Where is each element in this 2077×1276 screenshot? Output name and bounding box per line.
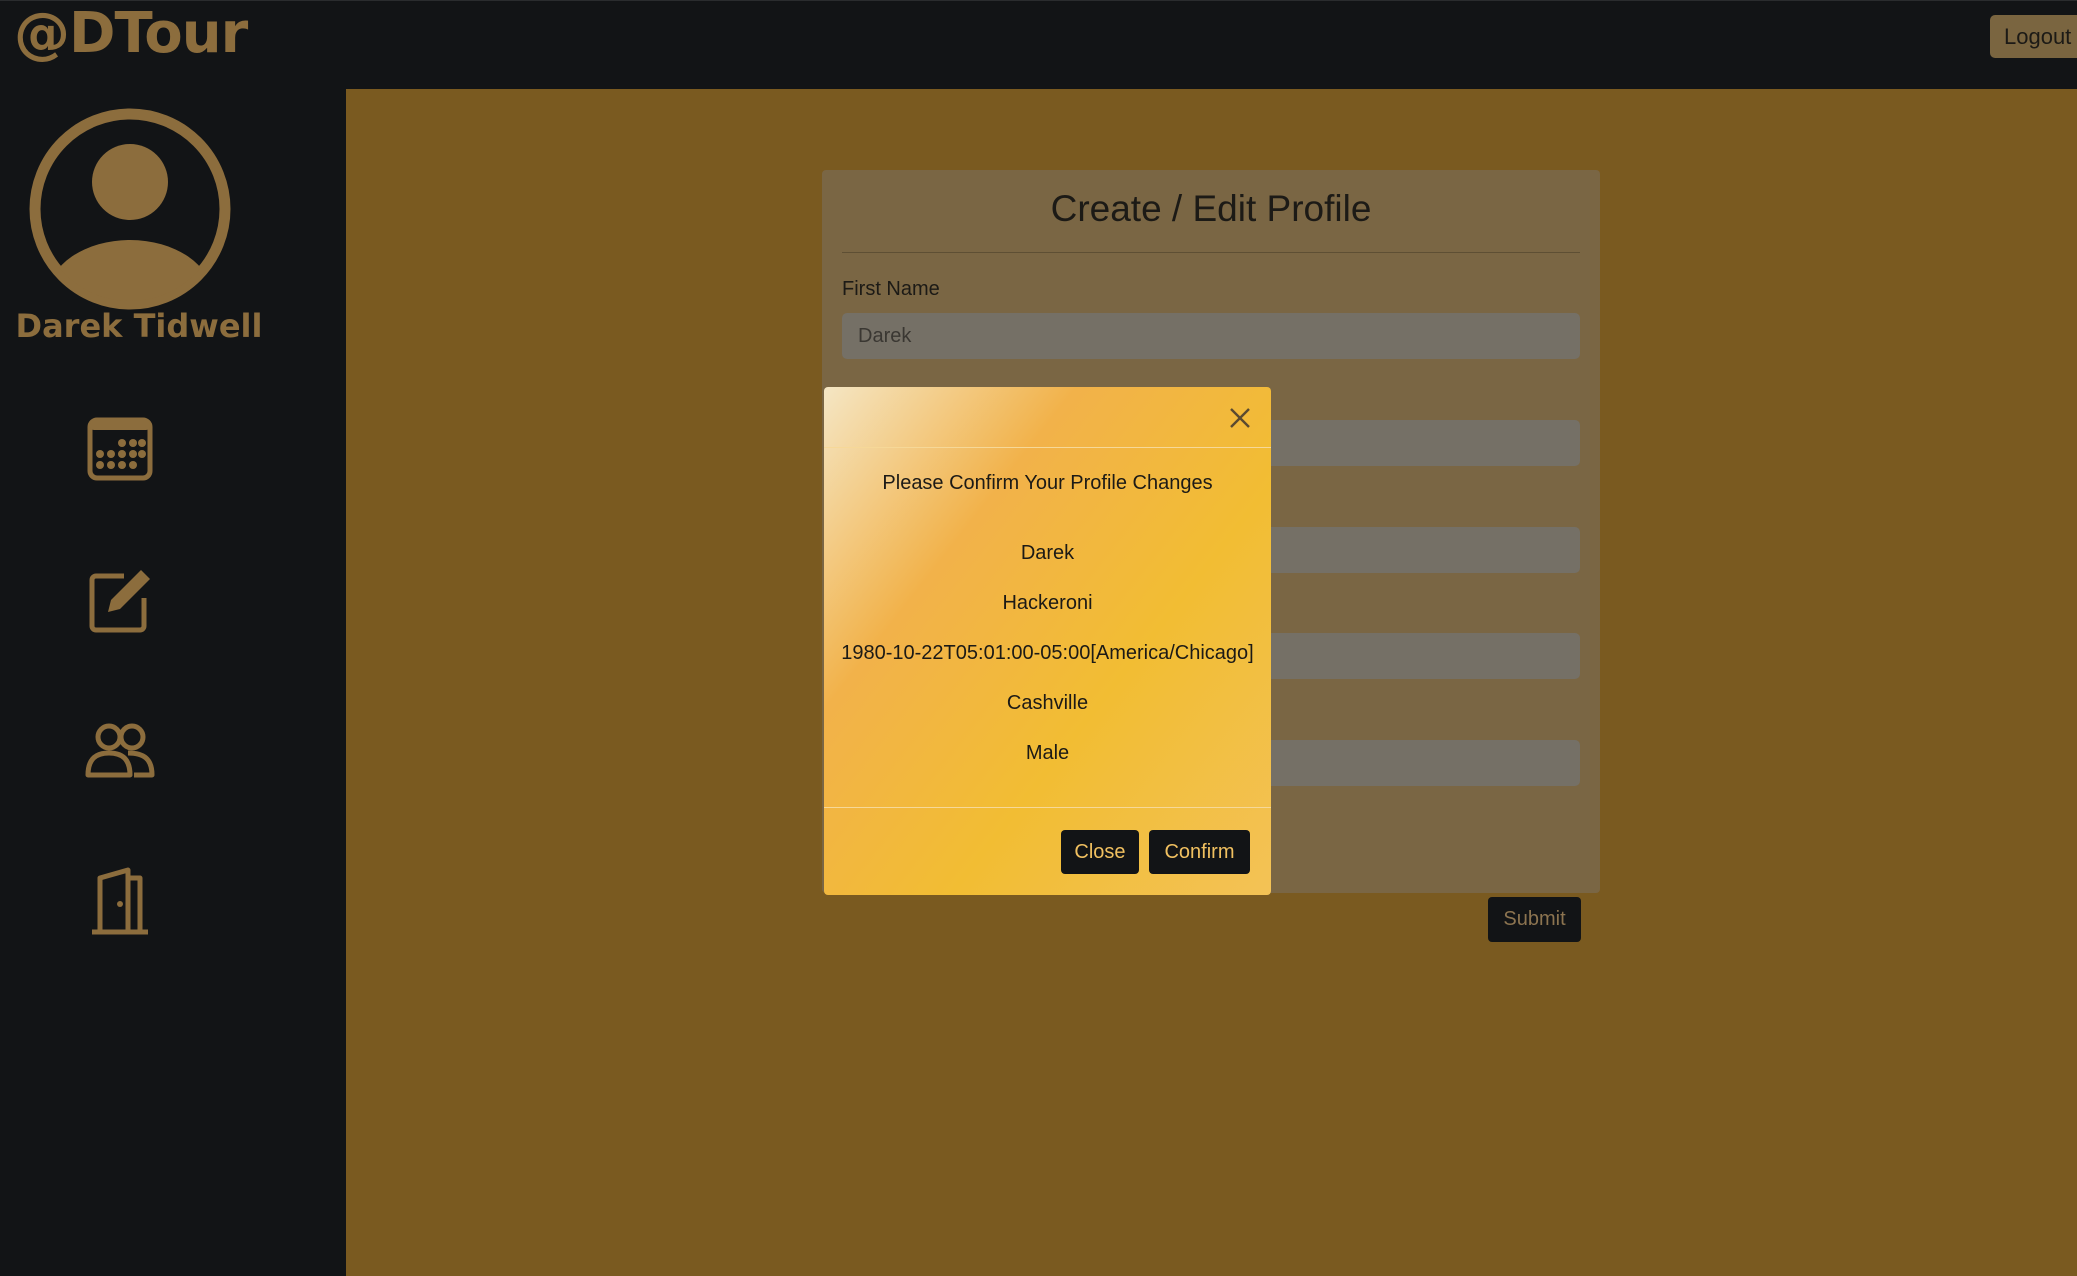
logout-button[interactable]: Logout [1990,15,2077,58]
door-icon[interactable] [84,866,156,938]
confirm-city: Cashville [1006,692,1089,714]
edit-icon[interactable] [84,564,156,636]
first-name-label: First Name [842,278,940,300]
modal-header [824,387,1271,448]
sidebar: Darek Tidwell [0,89,346,1276]
confirm-modal: Please Confirm Your Profile Changes Dare… [824,387,1271,895]
top-bar: @DTour Logout [0,0,2077,89]
calendar-icon[interactable] [84,412,156,484]
user-name: Darek Tidwell [15,307,263,345]
confirm-button[interactable]: Confirm [1149,830,1250,874]
brand-logo[interactable]: @DTour [14,1,248,67]
confirm-last-name: Hackeroni [1002,592,1093,614]
modal-footer-divider [824,807,1271,808]
form-divider [842,252,1580,253]
close-icon[interactable] [1228,406,1252,430]
first-name-field[interactable]: Darek [842,313,1580,359]
close-button[interactable]: Close [1061,830,1139,874]
submit-button[interactable]: Submit [1488,897,1581,942]
page-title: Create / Edit Profile [1050,188,1372,229]
avatar-icon [29,108,231,310]
confirm-first-name: Darek [1020,542,1075,564]
people-icon[interactable] [84,715,156,787]
modal-title: Please Confirm Your Profile Changes [882,472,1213,494]
confirm-gender: Male [1025,742,1070,764]
confirm-birthdate: 1980-10-22T05:01:00-05:00[America/Chicag… [841,642,1254,664]
